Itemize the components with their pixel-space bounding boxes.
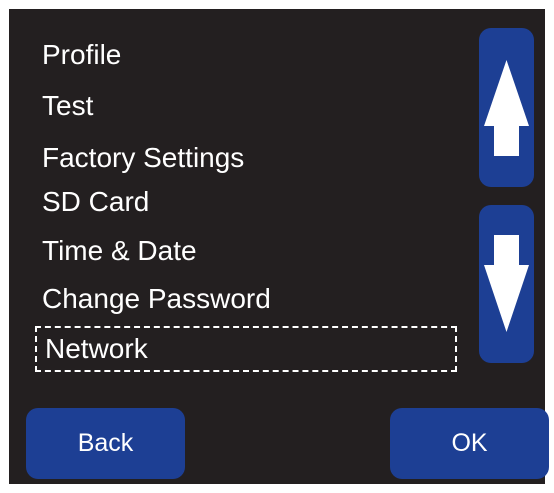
scroll-up-button[interactable] (479, 28, 534, 187)
device-screen: Profile Test Factory Settings SD Card Ti… (9, 9, 549, 484)
menu-item-network[interactable]: Network (35, 326, 457, 372)
ok-button[interactable]: OK (390, 408, 549, 479)
menu-item-test[interactable]: Test (42, 85, 93, 127)
menu-item-profile[interactable]: Profile (42, 34, 121, 76)
menu-item-time-date[interactable]: Time & Date (42, 230, 197, 272)
arrow-down-icon (484, 235, 529, 332)
arrow-up-icon (484, 60, 529, 156)
menu-item-change-password[interactable]: Change Password (42, 278, 271, 320)
menu-item-sd-card[interactable]: SD Card (42, 181, 149, 223)
scroll-down-button[interactable] (479, 205, 534, 363)
back-button[interactable]: Back (26, 408, 185, 479)
menu-item-factory-settings[interactable]: Factory Settings (42, 137, 244, 179)
